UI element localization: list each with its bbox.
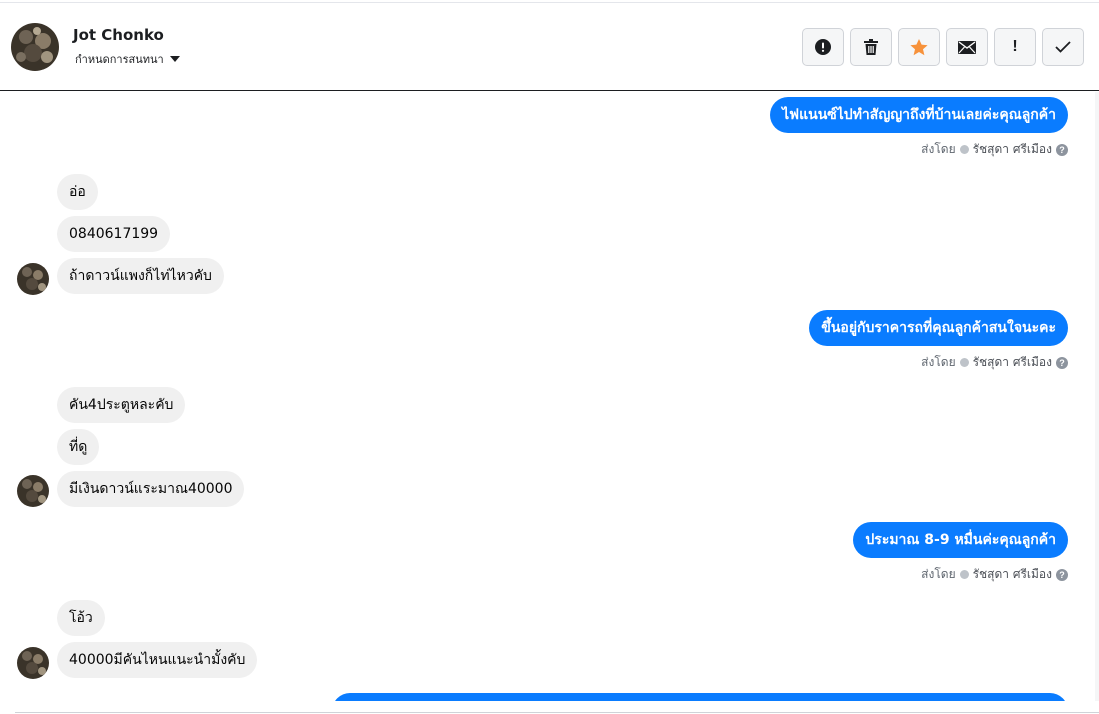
conversation-header: Jot Chonko กำหนดการสนทนา ! xyxy=(0,3,1099,91)
check-icon xyxy=(1055,41,1071,53)
contact-name[interactable]: Jot Chonko xyxy=(73,26,164,44)
outgoing-message[interactable]: ขึ้นอยู่กับราคารถที่คุณลูกค้าสนใจนะคะ xyxy=(809,310,1068,346)
sent-by-label: ส่งโดย xyxy=(921,142,956,156)
outgoing-message[interactable]: ประมาณ 8-9 หมื่นค่ะคุณลูกค้า xyxy=(853,522,1068,558)
exclamation-icon: ! xyxy=(1012,38,1018,55)
sent-by-label: ส่งโดย xyxy=(921,567,956,581)
follow-up-button[interactable]: ! xyxy=(994,28,1036,66)
agent-name-link[interactable]: รัชสุดา ศรีเมือง xyxy=(973,353,1052,372)
trash-icon xyxy=(864,39,878,55)
outgoing-message[interactable]: ไฟแนนซ์ไปทำสัญญาถึงที่บ้านเลยค่ะคุณลูกค้… xyxy=(770,97,1068,133)
incoming-message[interactable]: โอ้ว xyxy=(57,600,105,636)
avatar[interactable] xyxy=(17,647,49,679)
scrollbar[interactable] xyxy=(1095,92,1099,701)
incoming-message[interactable]: คัน4ประตูหละคับ xyxy=(57,387,186,423)
incoming-message[interactable]: ที่ดู xyxy=(57,429,100,465)
agent-name-link[interactable]: รัชสุดา ศรีเมือง xyxy=(973,565,1052,584)
verified-icon xyxy=(959,570,969,579)
caret-down-icon xyxy=(169,56,180,62)
sent-by-info: ส่งโดย รัชสุดา ศรีเมือง ? xyxy=(921,353,1068,372)
conversation-status-dropdown[interactable]: กำหนดการสนทนา xyxy=(75,50,180,68)
agent-name-link[interactable]: รัชสุดา ศรีเมือง xyxy=(973,140,1052,159)
verified-icon xyxy=(959,358,969,367)
incoming-message[interactable]: มีเงินดาวน์แระมาณ40000 xyxy=(57,471,245,507)
avatar[interactable] xyxy=(17,263,49,295)
bottom-divider xyxy=(15,712,1099,713)
help-icon[interactable]: ? xyxy=(1056,568,1068,581)
verified-icon xyxy=(959,145,969,154)
star-button[interactable] xyxy=(898,28,940,66)
conversation-status-label: กำหนดการสนทนา xyxy=(75,53,164,66)
report-spam-button[interactable] xyxy=(802,28,844,66)
incoming-message[interactable]: 0840617199 xyxy=(57,216,171,252)
alert-circle-icon xyxy=(815,39,831,55)
outgoing-message-partial[interactable] xyxy=(332,693,1068,701)
incoming-message[interactable]: ถ้าดาวน์แพงก็ไท่ไหวคับ xyxy=(57,258,224,294)
mark-unread-button[interactable] xyxy=(946,28,988,66)
incoming-message[interactable]: 40000มีคันไหนแนะนำมั้งคับ xyxy=(57,642,258,678)
help-icon[interactable]: ? xyxy=(1056,143,1068,156)
action-toolbar: ! xyxy=(802,28,1084,66)
sent-by-info: ส่งโดย รัชสุดา ศรีเมือง ? xyxy=(921,140,1068,159)
message-thread[interactable]: ไฟแนนซ์ไปทำสัญญาถึงที่บ้านเลยค่ะคุณลูกค้… xyxy=(0,92,1099,701)
sent-by-info: ส่งโดย รัชสุดา ศรีเมือง ? xyxy=(921,565,1068,584)
avatar[interactable] xyxy=(11,23,59,71)
help-icon[interactable]: ? xyxy=(1056,356,1068,369)
incoming-message[interactable]: อ่อ xyxy=(57,174,98,210)
delete-button[interactable] xyxy=(850,28,892,66)
sent-by-label: ส่งโดย xyxy=(921,355,956,369)
envelope-icon xyxy=(958,40,976,54)
mark-done-button[interactable] xyxy=(1042,28,1084,66)
star-icon xyxy=(910,38,928,55)
avatar[interactable] xyxy=(17,475,49,507)
